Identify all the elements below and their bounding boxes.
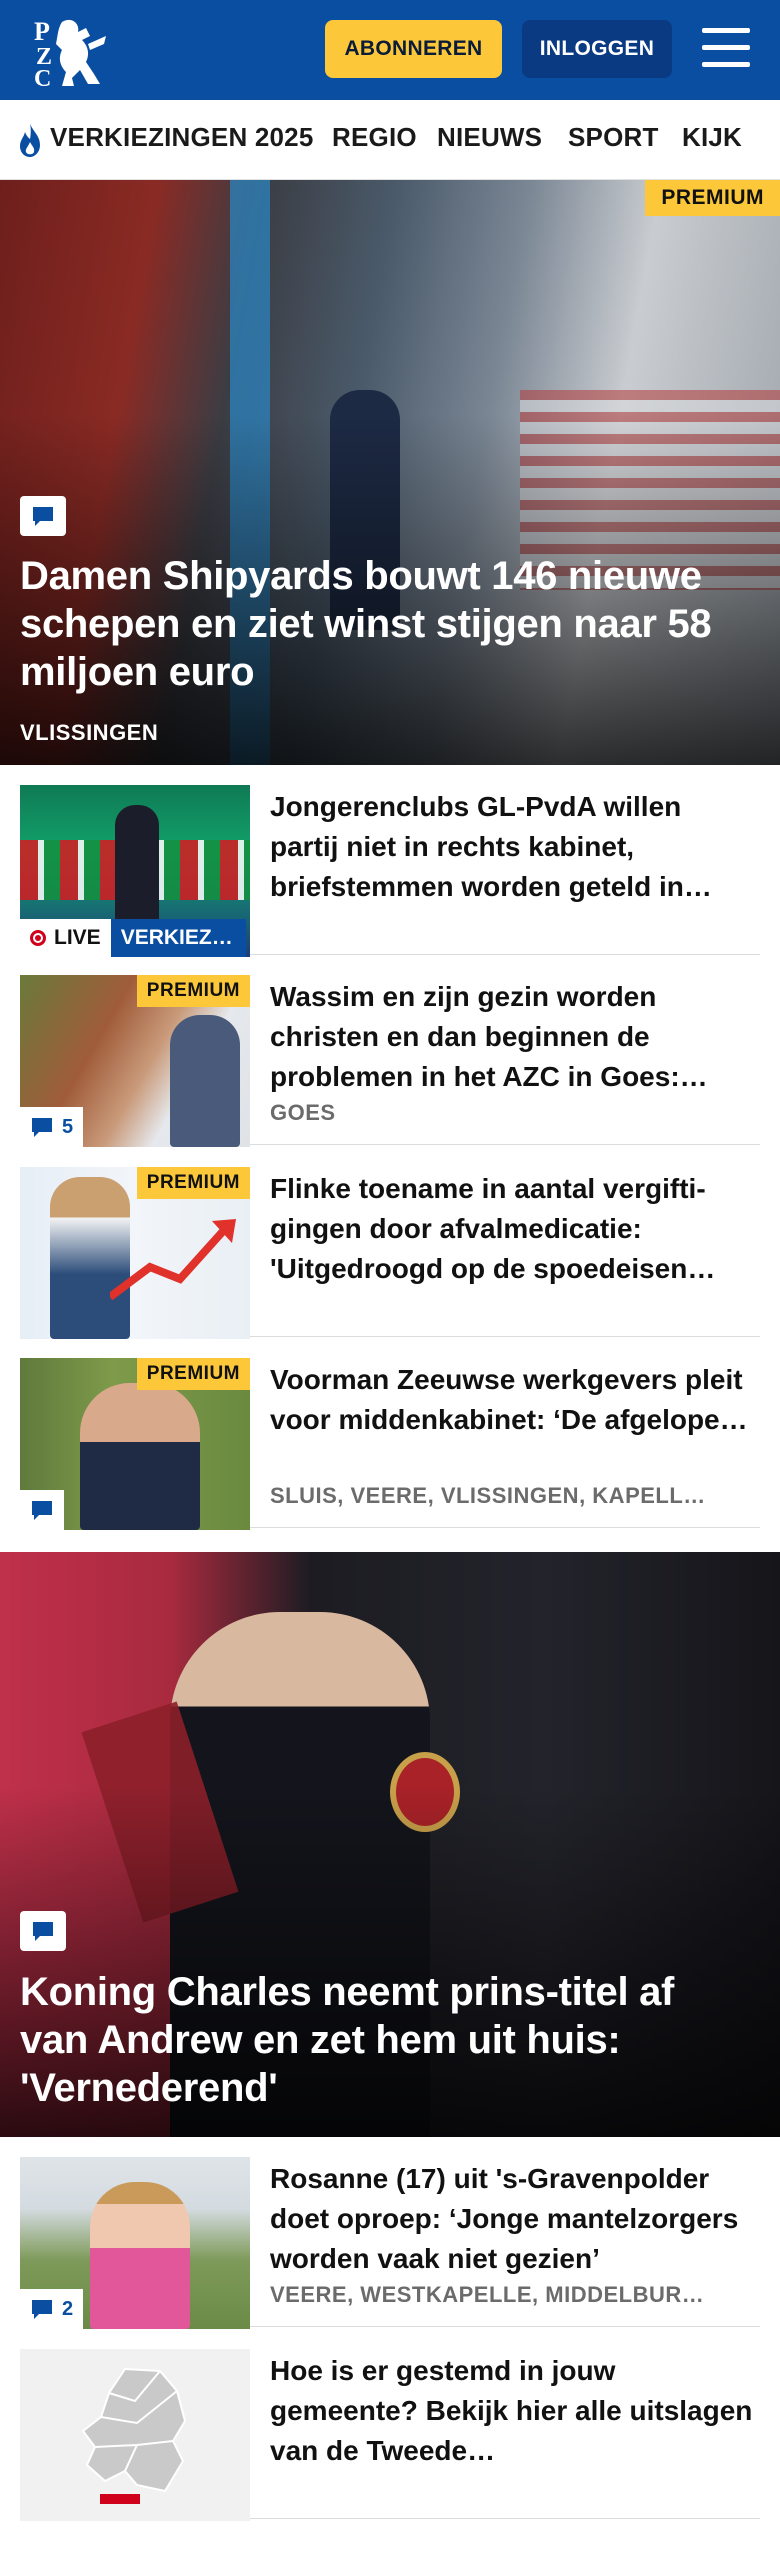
article-thumbnail [20, 2349, 250, 2521]
thumbnail-person [90, 2182, 190, 2329]
comment-count: 2 [20, 2289, 84, 2329]
article-title[interactable]: Flinke toename in aantal vergifti­gingen… [270, 1169, 755, 1289]
article-location: VEERE, WESTKAPELLE, MIDDELBUR… [270, 2282, 705, 2307]
hamburger-menu-icon[interactable] [700, 26, 752, 70]
article-title[interactable]: Voorman Zeeuwse werkgevers pleit voor mi… [270, 1360, 755, 1440]
map-legend-graphic [100, 2494, 140, 2504]
login-button[interactable]: INLOGGEN [522, 20, 672, 78]
comment-icon [32, 1118, 52, 1137]
comment-icon [32, 2300, 52, 2319]
comment-count-value: 5 [62, 1115, 74, 1138]
article-location: SLUIS, VEERE, VLISSINGEN, KAPELL… [270, 1483, 706, 1508]
article-title[interactable]: Rosanne (17) uit 's-Gravenpolder doet op… [270, 2159, 755, 2279]
live-label: LIVE [54, 926, 101, 949]
svg-text:C: C [34, 66, 51, 88]
article-title[interactable]: Wassim en zijn gezin worden christen en … [270, 977, 755, 1097]
article-thumbnail: PREMIUM 5 [20, 975, 250, 1147]
article-thumbnail: PREMIUM [20, 1358, 250, 1530]
list-item[interactable]: LIVE VERKIEZ… Jongerenclubs GL-PvdA will… [20, 765, 760, 957]
nav-item-regio[interactable]: REGIO [332, 122, 417, 153]
live-row: LIVE VERKIEZ… [20, 919, 246, 957]
premium-badge: PREMIUM [136, 975, 250, 1007]
list-item[interactable]: PREMIUM Flinke toename in aantal vergift… [20, 1147, 760, 1339]
article-title[interactable]: Hoe is er gestemd in jouw gemeente? Beki… [270, 2351, 755, 2471]
hero-title[interactable]: Damen Shipyards bouwt 146 nieuwe schepen… [20, 552, 740, 696]
list-item[interactable]: 2 Rosanne (17) uit 's-Gravenpolder doet … [20, 2137, 760, 2329]
live-badge: LIVE [20, 919, 111, 957]
hero-location: VLISSINGEN [20, 720, 159, 745]
premium-badge: PREMIUM [645, 180, 780, 216]
list-item[interactable]: PREMIUM 5 Wassim en zijn gezin worden ch… [20, 955, 760, 1147]
thumbnail-person [170, 1015, 240, 1147]
arrow-up-graphic [110, 1219, 236, 1301]
thumbnail-person [80, 1383, 200, 1530]
hero-article-charles[interactable]: Koning Charles neemt prins-titel af van … [0, 1552, 780, 2137]
netherlands-map-graphic [81, 2367, 187, 2493]
comment-count [20, 1490, 64, 1530]
pzc-logo[interactable]: P Z C [28, 14, 112, 92]
live-dot-icon [30, 930, 46, 946]
nav-item-nieuws[interactable]: NIEUWS [437, 122, 542, 153]
article-thumbnail: 2 [20, 2157, 250, 2329]
premium-badge: PREMIUM [136, 1167, 250, 1199]
nav-item-kijk[interactable]: KIJK [682, 122, 742, 153]
flame-icon [20, 123, 40, 157]
subscribe-button[interactable]: ABONNEREN [325, 20, 502, 78]
article-location: GOES [270, 1100, 336, 1125]
hero-article-damen[interactable]: PREMIUM Damen Shipyards bouwt 146 nieuwe… [0, 180, 780, 765]
article-thumbnail: PREMIUM [20, 1167, 250, 1339]
nav-item-verkiezingen[interactable]: VERKIEZINGEN 2025 [50, 122, 314, 153]
svg-text:P: P [34, 17, 50, 46]
top-bar: P Z C ABONNEREN INLOGGEN [0, 0, 780, 100]
comment-count-value: 2 [62, 2297, 74, 2320]
hero-title[interactable]: Koning Charles neemt prins-titel af van … [20, 1968, 740, 2112]
article-title[interactable]: Jongerenclubs GL-PvdA willen partij niet… [270, 787, 755, 907]
comment-icon [20, 1911, 66, 1951]
comment-icon [32, 1501, 52, 1520]
comment-icon [20, 496, 66, 536]
category-badge: VERKIEZ… [110, 919, 246, 957]
nav-item-sport[interactable]: SPORT [568, 122, 659, 153]
premium-badge: PREMIUM [136, 1358, 250, 1390]
list-item[interactable]: PREMIUM Voorman Zeeuwse werkgevers pleit… [20, 1338, 760, 1530]
list-item[interactable]: Hoe is er gestemd in jouw gemeente? Beki… [20, 2329, 760, 2521]
comment-count: 5 [20, 1107, 84, 1147]
section-nav: VERKIEZINGEN 2025 REGIO NIEUWS SPORT KIJ… [0, 100, 780, 180]
article-thumbnail: LIVE VERKIEZ… [20, 785, 250, 957]
